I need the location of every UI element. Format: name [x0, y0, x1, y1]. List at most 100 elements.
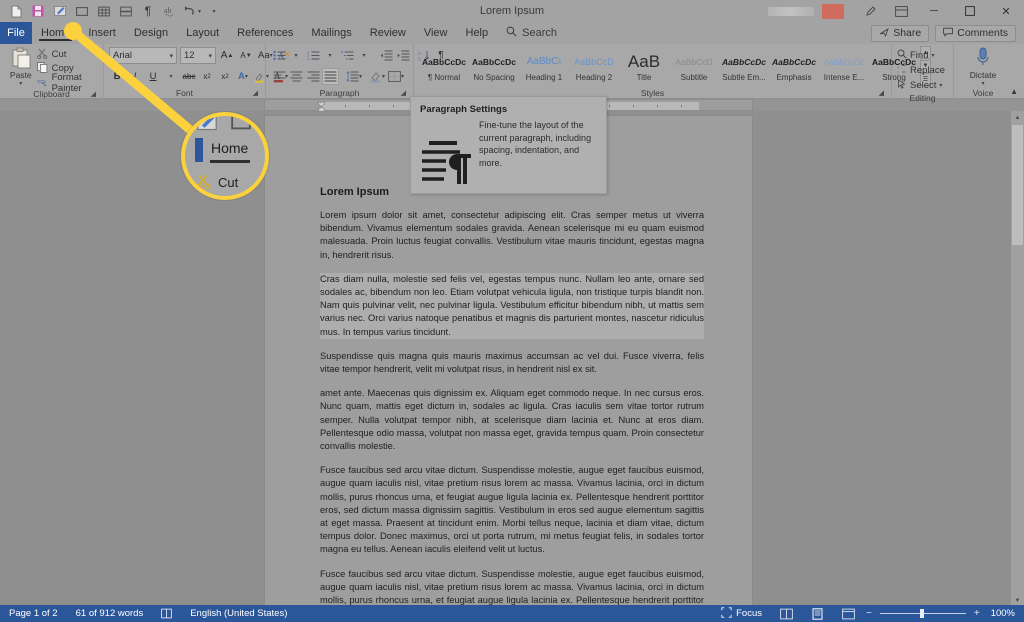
- zoom-in-button[interactable]: +: [972, 608, 982, 619]
- restore-button[interactable]: [952, 0, 988, 22]
- multilevel-list-button[interactable]: [339, 47, 355, 64]
- bullets-button[interactable]: [271, 47, 287, 64]
- document-paragraph[interactable]: amet ante. Maecenas quis dignissim ex. A…: [320, 387, 704, 453]
- style-normal[interactable]: AaBbCcDc ¶ Normal: [419, 46, 469, 86]
- undo-icon[interactable]: ▾: [182, 2, 202, 20]
- zoom-out-button[interactable]: −: [864, 608, 874, 619]
- shading-button[interactable]: ▾: [368, 68, 386, 85]
- save-icon[interactable]: [28, 2, 48, 20]
- new-document-icon[interactable]: [6, 2, 26, 20]
- tab-mailings[interactable]: Mailings: [302, 22, 360, 44]
- multilevel-chevron-down-icon[interactable]: ▾: [356, 47, 372, 64]
- numbering-chevron-down-icon[interactable]: ▾: [322, 47, 338, 64]
- align-right-button[interactable]: [305, 68, 321, 85]
- tab-view[interactable]: View: [415, 22, 457, 44]
- strikethrough-button[interactable]: abc: [181, 68, 197, 85]
- style-emphasis[interactable]: AaBbCcDc Emphasis: [769, 46, 819, 86]
- font-name-combo[interactable]: Arial ▾: [109, 47, 177, 64]
- share-button[interactable]: Share: [871, 24, 930, 42]
- comments-button[interactable]: Comments: [935, 24, 1016, 42]
- style-heading-2[interactable]: AaBbCcD Heading 2: [569, 46, 619, 86]
- tab-insert[interactable]: Insert: [79, 22, 125, 44]
- line-spacing-button[interactable]: ▾: [345, 68, 363, 85]
- scrollbar-thumb[interactable]: [1012, 125, 1023, 245]
- tab-file[interactable]: File: [0, 22, 32, 44]
- borders-button[interactable]: ▾: [387, 68, 405, 85]
- document-paragraph[interactable]: Fusce faucibus sed arcu vitae dictum. Su…: [320, 464, 704, 556]
- select-button[interactable]: Select ▾: [897, 78, 942, 93]
- style-intense-emphasis[interactable]: AaBbCcDc Intense E...: [819, 46, 869, 86]
- view-print-layout-button[interactable]: [802, 607, 833, 620]
- style-title[interactable]: AaB Title: [619, 46, 669, 86]
- shrink-font-button[interactable]: A ▼: [238, 47, 254, 64]
- format-painter-button[interactable]: Format Painter: [37, 72, 98, 94]
- italic-button[interactable]: I: [127, 68, 143, 85]
- font-name-chevron-down-icon[interactable]: ▾: [169, 52, 173, 60]
- search-input[interactable]: Search: [497, 22, 566, 44]
- magnified-cut-command[interactable]: Cut: [218, 175, 238, 190]
- style-no-spacing[interactable]: AaBbCcDc No Spacing: [469, 46, 519, 86]
- paste-chevron-down-icon[interactable]: ▾: [19, 80, 22, 87]
- rectangle-icon[interactable]: [72, 2, 92, 20]
- clipboard-dialog-launcher[interactable]: ◢: [91, 89, 96, 100]
- numbering-button[interactable]: 123: [305, 47, 321, 64]
- styles-dialog-launcher[interactable]: ◢: [879, 88, 884, 99]
- replace-button[interactable]: ac Replace: [897, 63, 945, 78]
- align-center-button[interactable]: [288, 68, 304, 85]
- paragraph-dialog-launcher[interactable]: ◢: [401, 88, 406, 99]
- spelling-icon[interactable]: ab: [160, 2, 180, 20]
- document-paragraph[interactable]: Suspendisse quis magna quis mauris maxim…: [320, 350, 704, 376]
- underline-button[interactable]: U: [145, 68, 161, 85]
- tab-references[interactable]: References: [228, 22, 302, 44]
- ribbon-display-options-icon[interactable]: [886, 0, 916, 22]
- font-dialog-launcher[interactable]: ◢: [253, 88, 258, 99]
- pilcrow-icon[interactable]: ¶: [138, 2, 158, 20]
- table-icon[interactable]: [94, 2, 114, 20]
- word-count[interactable]: 61 of 912 words: [67, 608, 153, 619]
- font-size-chevron-down-icon[interactable]: ▾: [208, 52, 212, 60]
- page-indicator[interactable]: Page 1 of 2: [0, 608, 67, 619]
- zoom-handle[interactable]: [919, 609, 924, 618]
- superscript-button[interactable]: x2: [217, 68, 233, 85]
- pen-icon[interactable]: [856, 0, 886, 22]
- view-read-mode-button[interactable]: [771, 608, 802, 620]
- justify-button[interactable]: [322, 68, 339, 85]
- bold-button[interactable]: B: [109, 68, 125, 85]
- increase-indent-button[interactable]: [395, 47, 411, 64]
- zoom-slider[interactable]: [879, 605, 966, 622]
- style-subtitle[interactable]: AaBbCcD Subtitle: [669, 46, 719, 86]
- dictate-button[interactable]: Dictate ▾: [960, 46, 1006, 87]
- language-indicator[interactable]: English (United States): [181, 608, 296, 619]
- find-button[interactable]: Find ▾: [897, 48, 935, 63]
- bullets-chevron-down-icon[interactable]: ▾: [288, 47, 304, 64]
- decrease-indent-button[interactable]: [378, 47, 394, 64]
- dictate-chevron-down-icon[interactable]: ▾: [981, 80, 984, 87]
- underline-chevron-down-icon[interactable]: ▾: [163, 68, 179, 85]
- focus-button[interactable]: Focus: [712, 606, 771, 621]
- style-subtle-emphasis[interactable]: AaBbCcDc Subtle Em...: [719, 46, 769, 86]
- tab-review[interactable]: Review: [361, 22, 415, 44]
- magnified-home-tab[interactable]: Home: [211, 140, 248, 156]
- font-size-combo[interactable]: 12 ▾: [180, 47, 216, 64]
- align-left-button[interactable]: [271, 68, 287, 85]
- proofing-icon[interactable]: [152, 608, 181, 619]
- document-paragraph[interactable]: Lorem ipsum dolor sit amet, consectetur …: [320, 209, 704, 262]
- scroll-up-icon[interactable]: ▲: [1011, 111, 1024, 124]
- style-heading-1[interactable]: AaBbCı Heading 1: [519, 46, 569, 86]
- paste-button[interactable]: Paste ▾: [5, 46, 37, 87]
- tab-design[interactable]: Design: [125, 22, 177, 44]
- subscript-button[interactable]: x2: [199, 68, 215, 85]
- touch-mode-icon[interactable]: [50, 2, 70, 20]
- vertical-scrollbar[interactable]: ▲ ▼: [1011, 111, 1024, 607]
- zoom-level[interactable]: 100%: [982, 608, 1024, 619]
- view-web-layout-button[interactable]: [833, 608, 864, 620]
- tab-layout[interactable]: Layout: [177, 22, 228, 44]
- customize-qat-icon[interactable]: ▾: [204, 2, 224, 20]
- tab-help[interactable]: Help: [457, 22, 498, 44]
- collapse-ribbon-icon[interactable]: ▲: [1010, 87, 1018, 96]
- text-effects-button[interactable]: A ▾: [235, 68, 251, 85]
- cut-button[interactable]: Cut: [36, 48, 98, 61]
- document-paragraph-selected[interactable]: Cras diam nulla, molestie sed felis vel,…: [320, 272, 704, 339]
- grow-font-button[interactable]: A ▲: [219, 47, 235, 64]
- close-button[interactable]: ✕: [988, 0, 1024, 22]
